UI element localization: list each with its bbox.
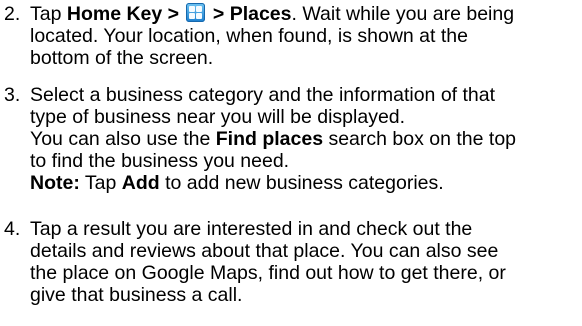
document-page: 2. Tap Home Key > > Places. Wait while y… [0,0,582,326]
step-text: Select a business category and the infor… [30,84,576,194]
step-number: 3. [4,84,21,106]
step-line: to find the business you need. [30,150,290,172]
add-label: Add [121,172,160,194]
step-text: Tap Home Key > > Places. Wait while you … [30,3,576,69]
step-line: the place on Google Maps, find out how t… [30,262,506,284]
text-run: to add new business categories. [159,172,444,194]
step-2: 2. Tap Home Key > > Places. Wait while y… [0,3,582,69]
note-line: Note: Tap Add to add new business catego… [30,172,576,194]
step-line: Select a business category and the infor… [30,84,496,106]
step-line: type of business near you will be displa… [30,106,406,128]
text-run: search box on the top [323,128,517,150]
step-line: give that business a call. [30,284,243,306]
text-run: Tap [30,3,67,25]
step-4: 4. Tap a result you are interested in an… [0,218,582,306]
step-line: Tap a result you are interested in and c… [30,218,473,240]
step-line: bottom of the screen. [30,47,214,69]
home-key-label: Home Key > [66,3,180,25]
step-line: Tap Home Key > > Places. Wait while you … [30,3,576,25]
app-grid-icon [186,3,206,22]
step-3: 3. Select a business category and the in… [0,84,582,194]
step-line: details and reviews about that place. Yo… [30,240,499,262]
find-places-label: Find places [215,128,324,150]
note-label: Note: [30,172,80,194]
step-number: 2. [4,3,21,25]
text-run: You can also use the [30,128,216,150]
text-run: . Wait while you are being [291,3,515,25]
step-line: located. Your location, when found, is s… [30,25,468,47]
step-number: 4. [4,218,21,240]
step-text: Tap a result you are interested in and c… [30,218,576,306]
text-run: Tap [79,172,122,194]
step-line: You can also use the Find places search … [30,128,576,150]
places-label: > Places [207,3,292,25]
